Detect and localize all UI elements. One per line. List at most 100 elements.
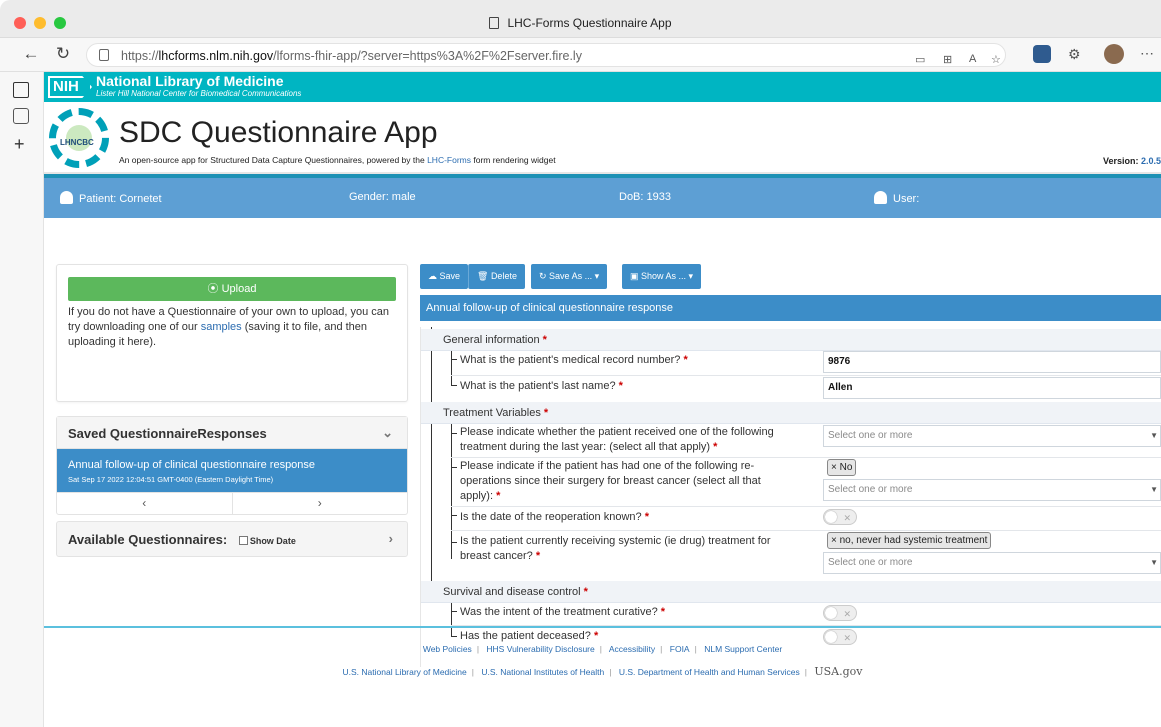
treatment-curative-toggle[interactable]: ✕ [823, 605, 857, 621]
form-title: Annual follow-up of clinical questionnai… [420, 295, 1161, 321]
nlm-title[interactable]: National Library of Medicine [96, 73, 283, 89]
accessibility-link[interactable]: Accessibility [609, 644, 655, 654]
chevron-right-icon[interactable]: › [389, 531, 393, 546]
patient-dob: DoB: 1933 [619, 191, 671, 203]
saved-pager: ‹ › [57, 492, 407, 514]
user-info: User: [874, 191, 919, 205]
favorite-star-icon[interactable]: ☆ [991, 53, 1001, 66]
questionnaire-form: General information * What is the patien… [420, 327, 1161, 667]
footer-links-row-2: U.S. National Library of Medicine | U.S. … [342, 665, 863, 678]
treatment-received-select[interactable]: Select one or more ▼ [823, 425, 1161, 447]
available-questionnaires-title: Available Questionnaires: [68, 532, 228, 547]
screen-icon[interactable]: ▭ [915, 53, 925, 66]
question-reoperation-date-known: Is the date of the reoperation known? * … [451, 508, 1161, 528]
question-systemic-treatment: Is the patient currently receiving syste… [451, 532, 1161, 578]
reoperation-date-known-toggle[interactable]: ✕ [823, 509, 857, 525]
saved-responses-header[interactable]: Saved QuestionnaireResponses ⌄ [57, 417, 407, 449]
form-toolbar: ☁ Save 🗑 Delete ↻ Save As ... ▾ ▣ Show A… [420, 264, 1161, 290]
next-page-button[interactable]: › [233, 493, 408, 514]
show-date-option[interactable]: Show Date [238, 536, 296, 546]
page-icon [489, 17, 500, 29]
show-date-checkbox[interactable] [238, 536, 248, 545]
more-menu-icon[interactable]: ⋯ [1140, 45, 1154, 62]
new-tab-icon[interactable]: + [14, 134, 25, 155]
dropdown-caret-icon: ▼ [1150, 431, 1158, 440]
mrn-input[interactable]: 9876 [823, 351, 1161, 373]
saved-response-date: Sat Sep 17 2022 12:04:51 GMT-0400 (Easte… [68, 475, 274, 484]
saved-response-title: Annual follow-up of clinical questionnai… [68, 459, 316, 471]
version-label: Version: 2.0.5 [1102, 156, 1161, 166]
address-bar[interactable]: https://lhcforms.nlm.nih.gov/lforms-fhir… [86, 43, 1006, 67]
profile-avatar[interactable] [1104, 44, 1124, 64]
back-arrow-icon[interactable]: ← [20, 44, 42, 64]
question-treatment-received: Please indicate whether the patient rece… [451, 425, 1161, 457]
prev-page-button[interactable]: ‹ [57, 493, 233, 514]
patient-gender: Gender: male [349, 191, 416, 203]
lock-icon [99, 49, 109, 61]
extension-icon[interactable] [1033, 45, 1051, 63]
page-footer: Web Policies | HHS Vulnerability Disclosu… [44, 626, 1161, 726]
question-treatment-curative: Was the intent of the treatment curative… [451, 604, 1161, 624]
puzzle-icon[interactable]: ⚙ [1068, 46, 1081, 63]
foia-link[interactable]: FOIA [670, 644, 690, 654]
show-as-button[interactable]: ▣ Show As ... ▾ [622, 264, 702, 289]
nih-link[interactable]: U.S. National Institutes of Health [481, 667, 604, 677]
usa-gov-logo[interactable]: USA.gov [814, 665, 862, 678]
tab-title[interactable]: LHC-Forms Questionnaire App [0, 16, 1161, 30]
app-title: SDC Questionnaire App [119, 116, 438, 149]
grid-icon[interactable]: ⊞ [943, 53, 952, 66]
chevron-down-icon[interactable]: ⌄ [382, 425, 393, 441]
upload-card: ⦿ Upload If you do not have a Questionna… [56, 264, 408, 402]
person-icon [60, 191, 73, 204]
footer-links-row-1: Web Policies | HHS Vulnerability Disclosu… [422, 644, 783, 654]
app-description: An open-source app for Structured Data C… [119, 155, 556, 165]
reload-icon[interactable]: ↻ [52, 44, 74, 64]
saved-responses-panel: Saved QuestionnaireResponses ⌄ Annual fo… [56, 416, 408, 515]
last-name-input[interactable]: Allen [823, 377, 1161, 399]
available-questionnaires-header[interactable]: Available Questionnaires: Show Date › [56, 521, 408, 557]
dropdown-caret-icon: ▼ [1150, 485, 1158, 494]
left-column: ⦿ Upload If you do not have a Questionna… [56, 264, 408, 557]
upload-help-text: If you do not have a Questionnaire of yo… [68, 306, 390, 348]
tab-title-label: LHC-Forms Questionnaire App [507, 16, 672, 30]
browser-window: LHC-Forms Questionnaire App ← ↻ https://… [0, 0, 1161, 727]
upload-button[interactable]: ⦿ Upload [68, 277, 396, 301]
version-link[interactable]: 2.0.5 [1141, 156, 1161, 166]
lhncbc-logo: LHNCBC [49, 108, 109, 168]
saved-response-item[interactable]: Annual follow-up of clinical questionnai… [57, 449, 407, 492]
question-reoperations: Please indicate if the patient has had o… [451, 459, 1161, 505]
tabs-icon[interactable] [13, 82, 29, 98]
hhs-vulnerability-link[interactable]: HHS Vulnerability Disclosure [486, 644, 594, 654]
save-button[interactable]: ☁ Save [420, 264, 469, 289]
right-column: ☁ Save 🗑 Delete ↻ Save As ... ▾ ▣ Show A… [420, 264, 1161, 667]
nih-logo[interactable]: NIH [48, 76, 92, 98]
group-treatment-variables: Treatment Variables * [421, 402, 1161, 424]
web-policies-link[interactable]: Web Policies [423, 644, 472, 654]
title-bar: LHC-Forms Questionnaire App [0, 0, 1161, 38]
saved-responses-title: Saved QuestionnaireResponses [68, 426, 267, 441]
nlm-link[interactable]: U.S. National Library of Medicine [343, 667, 467, 677]
question-last-name: What is the patient's last name? * Allen [451, 377, 1161, 401]
save-as-button[interactable]: ↻ Save As ... ▾ [531, 264, 608, 289]
user-icon [874, 191, 887, 204]
browser-sidebar: + [0, 72, 44, 727]
samples-link[interactable]: samples [201, 321, 242, 333]
app-header: LHNCBC SDC Questionnaire App An open-sou… [44, 102, 1161, 174]
read-aloud-icon[interactable]: A [969, 53, 976, 65]
reoperations-select[interactable]: Select one or more ▼ [823, 479, 1161, 501]
question-medical-record-number: What is the patient's medical record num… [451, 351, 1161, 375]
page-tab-icon[interactable] [13, 108, 29, 124]
systemic-treatment-select[interactable]: Select one or more ▼ [823, 552, 1161, 574]
delete-button[interactable]: 🗑 Delete [468, 264, 525, 289]
systemic-treatment-tag[interactable]: × no, never had systemic treatment [827, 532, 992, 549]
hhs-link[interactable]: U.S. Department of Health and Human Serv… [619, 667, 800, 677]
nlm-banner: NIH National Library of Medicine Lister … [44, 72, 1161, 102]
patient-name: Patient: Cornetet [60, 191, 162, 205]
nlm-support-link[interactable]: NLM Support Center [704, 644, 782, 654]
group-survival-disease-control: Survival and disease control * [421, 581, 1161, 603]
logo-text: LHNCBC [60, 138, 94, 147]
reoperation-no-tag[interactable]: × No [827, 459, 857, 476]
web-page: NIH National Library of Medicine Lister … [44, 72, 1161, 727]
patient-bar: Patient: Cornetet Gender: male DoB: 1933… [44, 174, 1161, 218]
lhc-forms-link[interactable]: LHC-Forms [427, 155, 471, 165]
